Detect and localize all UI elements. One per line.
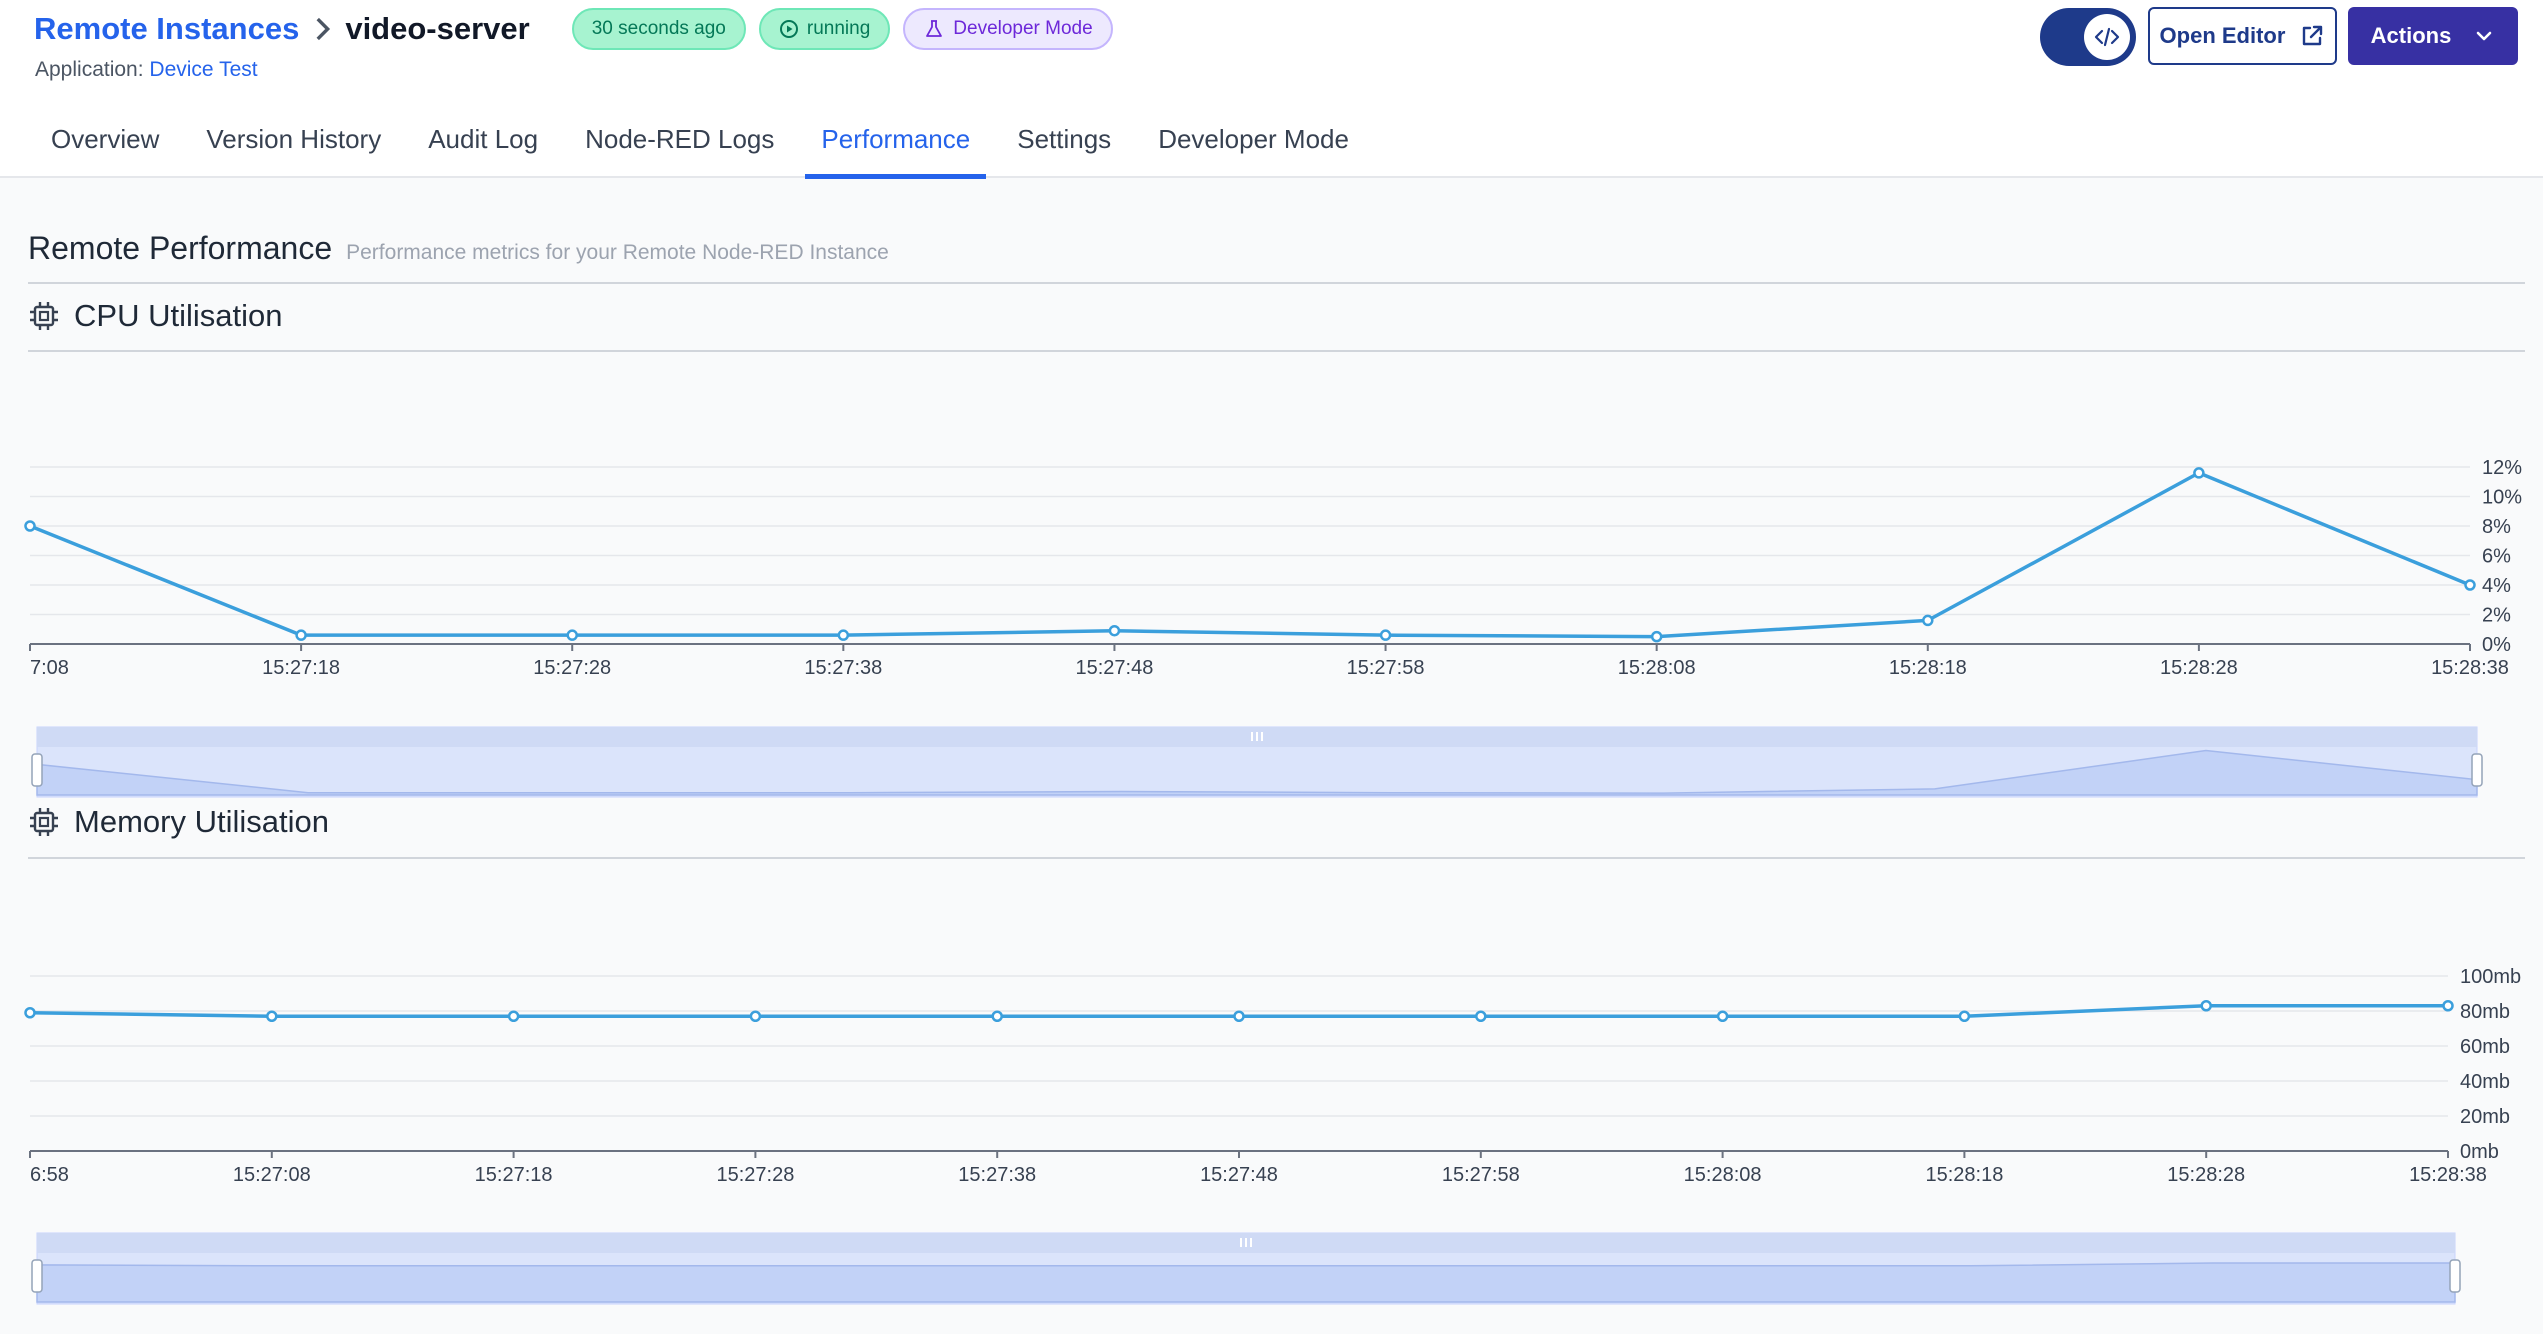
memory-data-point [2200,1000,2212,1012]
memory-data-point [507,1010,520,1022]
memory-data-point [1958,1010,1971,1022]
memory-data-point [749,1010,762,1022]
memory-x-tick-label: 15:28:38 [2409,1164,2487,1186]
memory-range-preview-area [36,1262,2456,1303]
memory-data-point [2442,1000,2454,1012]
memory-data-point [991,1010,1003,1022]
memory-y-tick-label: 100mb [2460,966,2521,988]
memory-x-tick-label: 15:27:28 [716,1164,794,1186]
memory-x-tick-label: 15:27:38 [958,1164,1036,1186]
memory-utilisation-chart: 0mb 20mb 40mb 60mb 80mb 100mb 6:58 15:27:08 15:2… [24,966,2521,1305]
memory-x-tick-label: 15:27:08 [233,1164,311,1186]
memory-x-tick-label: 6:58 [30,1164,69,1186]
memory-x-tick-label: 15:28:28 [2167,1164,2245,1186]
memory-data-point [24,1007,36,1019]
memory-data-point [1233,1010,1245,1022]
memory-y-tick-label: 20mb [2460,1106,2510,1128]
memory-x-tick-label: 15:27:48 [1200,1164,1278,1186]
memory-y-tick-label: 40mb [2460,1071,2510,1093]
memory-range-handle-left[interactable] [31,1259,43,1293]
memory-range-handle-right[interactable] [2449,1259,2461,1293]
memory-x-tick-label: 15:27:58 [1442,1164,1520,1186]
memory-x-tick-label: 15:27:18 [475,1164,553,1186]
memory-y-tick-label: 80mb [2460,1001,2510,1023]
memory-y-tick-label: 60mb [2460,1036,2510,1058]
memory-data-point [1475,1010,1487,1022]
memory-data-point [1716,1010,1729,1022]
memory-x-tick-label: 15:28:18 [1925,1164,2003,1186]
memory-x-tick-label: 15:28:08 [1684,1164,1762,1186]
memory-data-point [266,1010,278,1022]
memory-y-tick-label: 0mb [2460,1141,2499,1163]
